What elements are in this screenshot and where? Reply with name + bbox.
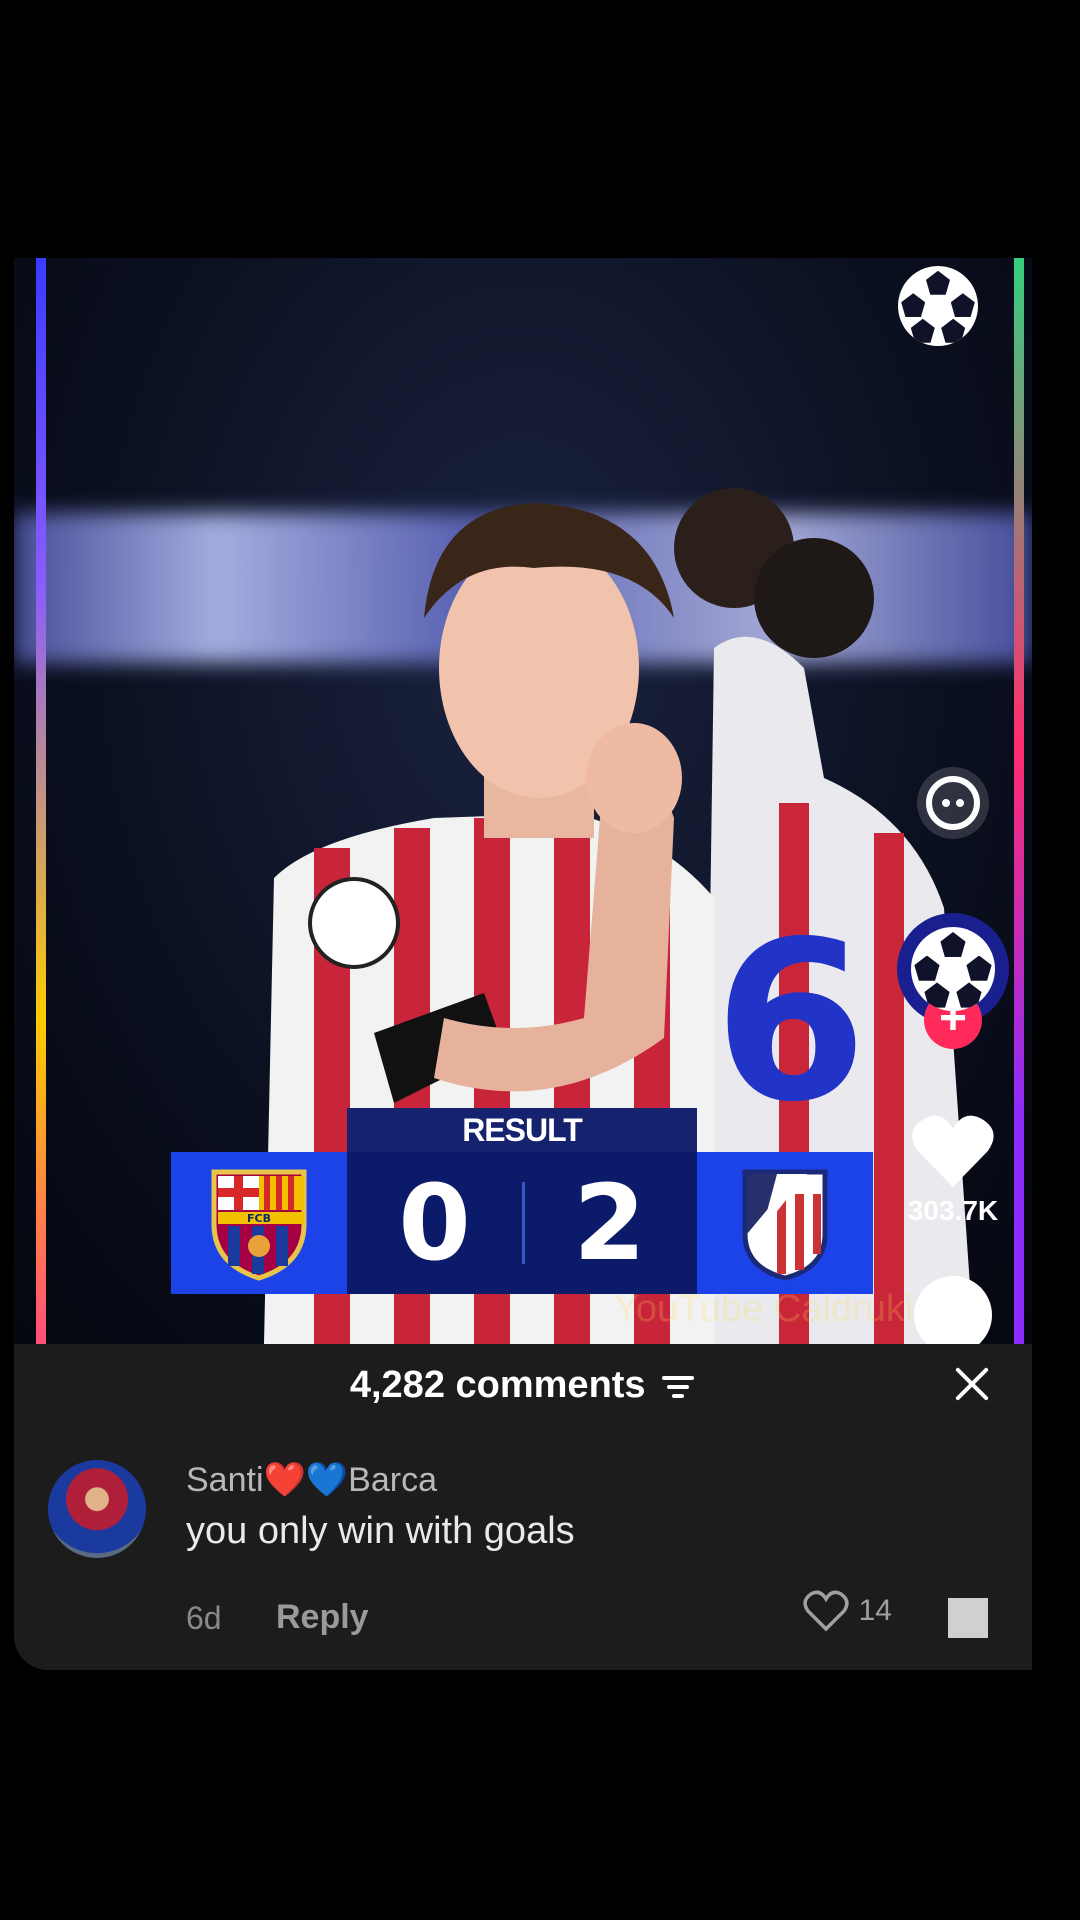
score-divider bbox=[522, 1182, 525, 1264]
close-icon[interactable] bbox=[950, 1362, 994, 1406]
scoreboard: RESULT FCB 0 2 bbox=[171, 1108, 873, 1294]
action-rail: + 303.7K bbox=[888, 258, 1018, 1344]
watermark: YouTube Caldruki bbox=[614, 1288, 914, 1330]
fcb-crest-icon: FCB bbox=[211, 1169, 307, 1281]
comment-bubble-icon bbox=[917, 767, 989, 839]
svg-text:FCB: FCB bbox=[247, 1212, 271, 1225]
ucl-ball-icon bbox=[911, 927, 995, 1011]
filter-icon[interactable] bbox=[660, 1373, 696, 1401]
away-team-crest bbox=[697, 1152, 873, 1294]
reply-button[interactable]: Reply bbox=[276, 1598, 369, 1637]
away-score: 2 bbox=[573, 1162, 646, 1284]
comment-text: you only win with goals bbox=[186, 1510, 575, 1552]
like-button[interactable]: 303.7K bbox=[908, 1113, 998, 1227]
creator-profile[interactable]: + bbox=[897, 913, 1009, 1049]
score-panel: FCB 0 2 bbox=[171, 1152, 873, 1294]
avatar[interactable] bbox=[48, 1460, 146, 1558]
heart-icon bbox=[912, 1115, 994, 1187]
comment-item: Santi❤️💙Barca you only win with goals 6d… bbox=[14, 1440, 1032, 1650]
creator-avatar[interactable] bbox=[897, 913, 1009, 1025]
like-count: 303.7K bbox=[907, 1195, 999, 1226]
share-icon bbox=[914, 1276, 992, 1344]
heart-outline-icon bbox=[803, 1590, 849, 1632]
comment-username[interactable]: Santi❤️💙Barca bbox=[186, 1460, 437, 1500]
comment-like-button[interactable]: 14 bbox=[803, 1590, 892, 1632]
home-score: 0 bbox=[398, 1162, 471, 1284]
comments-sheet: 4,282 comments Santi❤️💙Barca you only wi… bbox=[14, 1344, 1032, 1670]
square-icon[interactable] bbox=[948, 1598, 988, 1638]
left-glow-edge bbox=[36, 258, 46, 1344]
score-display: 0 2 bbox=[347, 1152, 697, 1294]
comment-like-count: 14 bbox=[858, 1594, 892, 1627]
result-label: RESULT bbox=[347, 1108, 697, 1156]
remix-button[interactable] bbox=[913, 763, 993, 843]
comment-age: 6d bbox=[186, 1600, 222, 1636]
comments-count[interactable]: 4,282 comments bbox=[14, 1364, 1032, 1407]
video-frame[interactable]: 6 RESULT FCB 0 2 YouTube Caldruki + 303.… bbox=[14, 258, 1032, 1344]
share-button[interactable] bbox=[914, 1276, 992, 1344]
comments-header: 4,282 comments bbox=[14, 1344, 1032, 1424]
home-team-crest: FCB bbox=[171, 1152, 347, 1294]
atletico-crest-icon bbox=[742, 1169, 828, 1281]
